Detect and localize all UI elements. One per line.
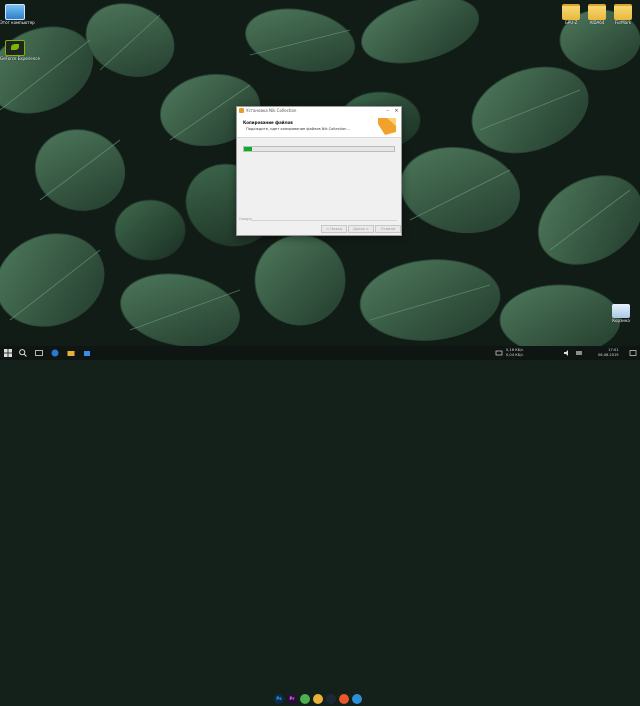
installer-dialog: Установка Nik Collection – × Копирование… (236, 106, 402, 236)
desktop-icon-label: GeForce Experience (0, 56, 40, 61)
taskbar-app-chrome[interactable] (300, 694, 310, 704)
upload-speed: 0,16 КБ/с (506, 348, 524, 352)
pc-icon (5, 4, 25, 20)
store-icon[interactable] (82, 348, 92, 358)
back-button[interactable]: < Назад (321, 225, 347, 233)
close-button[interactable]: × (392, 107, 401, 115)
dialog-title: Установка Nik Collection (246, 108, 297, 113)
folder-icon (614, 4, 632, 20)
taskbar-app-messenger[interactable] (352, 694, 362, 704)
edge-icon[interactable] (50, 348, 60, 358)
folder-icon (588, 4, 606, 20)
file-explorer-icon[interactable] (66, 348, 76, 358)
nvidia-icon (5, 40, 25, 56)
taskbar-app-premiere[interactable]: Pr (287, 694, 297, 704)
task-view-icon[interactable] (34, 348, 44, 358)
desktop-icon-furmark[interactable]: FurMark (608, 4, 638, 25)
taskbar-app-photoshop[interactable]: Ps (274, 694, 284, 704)
notifications-icon[interactable] (628, 348, 638, 358)
language-icon[interactable] (574, 348, 584, 358)
taskbar-app-explorer[interactable] (313, 694, 323, 704)
clock-date: 06.06.2019 (598, 352, 619, 357)
minimize-button[interactable]: – (383, 107, 392, 115)
footer-brand: Google (239, 217, 252, 221)
recycle-bin-icon (612, 304, 630, 318)
dialog-header: Копирование файлов Подождите, идет копир… (237, 115, 401, 138)
installer-logo-icon (378, 118, 396, 135)
desktop-icon-geforce-experience[interactable]: GeForce Experience (0, 40, 40, 61)
taskbar-app-media-player[interactable] (339, 694, 349, 704)
dialog-titlebar[interactable]: Установка Nik Collection – × (237, 107, 401, 115)
clock[interactable]: 17:01 06.06.2019 (598, 348, 619, 357)
desktop-icon-label: Корзина (612, 318, 630, 323)
header-subtitle: Подождите, идет копирование файлов Nik C… (246, 127, 350, 131)
desktop-icon-recycle-bin[interactable]: Корзина (606, 304, 636, 323)
volume-icon[interactable] (562, 348, 572, 358)
desktop-icon-label: FurMark (614, 20, 632, 25)
desktop-icon-this-pc[interactable]: Этот компьютер (0, 4, 35, 25)
windows-start-icon[interactable] (3, 348, 13, 358)
search-icon[interactable] (18, 348, 28, 358)
progress-fill (244, 147, 252, 151)
network-icon[interactable] (494, 348, 504, 358)
header-title: Копирование файлов (243, 120, 293, 125)
folder-icon (562, 4, 580, 20)
cancel-button[interactable]: Отмена (375, 225, 401, 233)
taskbar-app-steam[interactable] (326, 694, 336, 704)
next-button[interactable]: Далее > (348, 225, 374, 233)
network-speed: 0,16 КБ/с 0,04 КБ/с (506, 348, 523, 357)
copy-progress-bar (243, 146, 395, 152)
footer-divider (251, 220, 397, 221)
installer-app-icon (239, 108, 244, 113)
taskbar: Ps Pr 0,16 КБ/с 0,04 КБ/с 17:01 06.06.201… (0, 346, 640, 704)
desktop-icon-label: Этот компьютер (0, 20, 35, 25)
download-speed: 0,04 КБ/с (506, 352, 524, 357)
